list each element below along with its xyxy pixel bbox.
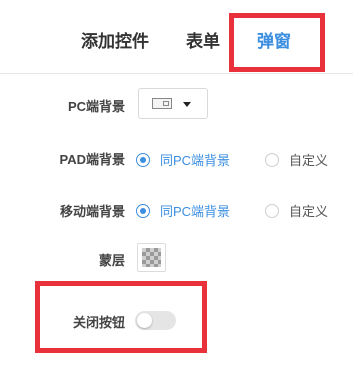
pad-radio-custom[interactable]: 自定义 [265,150,328,169]
popup-settings-panel: 添加控件 表单 弹窗 PC端背景 PAD端背景 同PC端背景 自定义 移动端背景… [0,0,353,388]
mobile-background-label: 移动端背景 [59,204,125,219]
mask-color-picker[interactable] [137,243,166,272]
radio-label: 同PC端背景 [160,204,231,219]
pc-background-label: PC端背景 [67,99,125,114]
tab-form[interactable]: 表单 [186,30,220,54]
radio-label: 自定义 [289,153,329,168]
close-button-toggle[interactable] [135,311,176,330]
tab-popup[interactable]: 弹窗 [257,30,291,54]
radio-checked-icon [136,203,150,218]
caret-down-icon [183,102,191,107]
pad-radio-same-as-pc[interactable]: 同PC端背景 [136,150,230,169]
tab-add-control[interactable]: 添加控件 [81,30,149,54]
close-button-label: 关闭按钮 [72,315,125,330]
pad-background-label: PAD端背景 [59,152,125,167]
radio-checked-icon [136,152,150,167]
radio-label: 同PC端背景 [160,153,231,168]
checkerboard-icon [142,248,161,267]
toggle-knob [137,313,152,328]
mobile-radio-same-as-pc[interactable]: 同PC端背景 [136,201,230,220]
pc-background-select[interactable] [138,88,208,119]
image-placeholder-icon [152,98,172,109]
mask-label: 蒙层 [98,253,125,268]
tab-bar: 添加控件 表单 弹窗 [0,0,353,74]
radio-label: 自定义 [289,204,329,219]
radio-unchecked-icon [265,152,279,167]
mobile-radio-custom[interactable]: 自定义 [265,201,328,220]
radio-unchecked-icon [265,203,279,218]
